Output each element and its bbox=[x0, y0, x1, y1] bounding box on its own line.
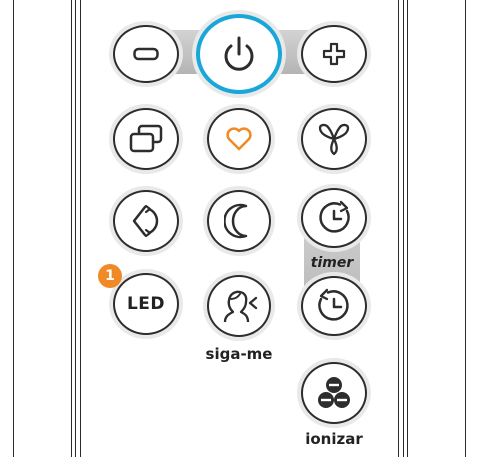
sleep-button[interactable] bbox=[207, 190, 271, 252]
led-label: LED bbox=[126, 294, 166, 314]
frame-left-inner-1 bbox=[71, 0, 72, 457]
clock-backward-icon bbox=[318, 288, 349, 321]
fan-blades-icon bbox=[318, 123, 350, 156]
power-icon bbox=[224, 36, 254, 71]
plus-icon bbox=[322, 42, 346, 66]
timer-on-button[interactable] bbox=[301, 188, 367, 248]
frame-left-inner-2 bbox=[75, 0, 76, 457]
ion-circles-icon bbox=[318, 377, 350, 408]
heart-icon bbox=[226, 127, 252, 151]
step-badge: 1 bbox=[98, 264, 122, 288]
ionizer-button[interactable] bbox=[301, 362, 367, 424]
minus-button[interactable] bbox=[113, 25, 179, 83]
frame-left-inner-3 bbox=[80, 0, 81, 457]
frame-right-outer bbox=[465, 0, 466, 457]
swing-arrows-icon bbox=[132, 204, 159, 238]
ionizer-label: ionizar bbox=[305, 430, 363, 448]
follow-me-label: siga-me bbox=[205, 345, 273, 363]
follow-me-button[interactable] bbox=[207, 275, 271, 337]
timer-off-button[interactable] bbox=[301, 276, 367, 336]
power-button[interactable] bbox=[196, 14, 282, 94]
plus-button[interactable] bbox=[301, 25, 367, 83]
led-button[interactable]: LED bbox=[113, 273, 179, 335]
frame-right-inner-2 bbox=[403, 0, 404, 457]
frame-right-inner-3 bbox=[407, 0, 408, 457]
minus-icon bbox=[133, 47, 159, 61]
clock-forward-icon bbox=[319, 200, 350, 233]
heart-button[interactable] bbox=[207, 108, 271, 170]
timer-label: timer bbox=[310, 255, 354, 271]
moon-icon bbox=[224, 203, 248, 239]
windows-button[interactable] bbox=[113, 108, 179, 170]
frame-right-inner-1 bbox=[398, 0, 399, 457]
frame-left-outer bbox=[13, 0, 14, 457]
overlapping-windows-icon bbox=[129, 124, 163, 153]
fan-button[interactable] bbox=[301, 108, 367, 170]
person-face-icon bbox=[223, 290, 258, 323]
swing-button[interactable] bbox=[113, 190, 179, 252]
